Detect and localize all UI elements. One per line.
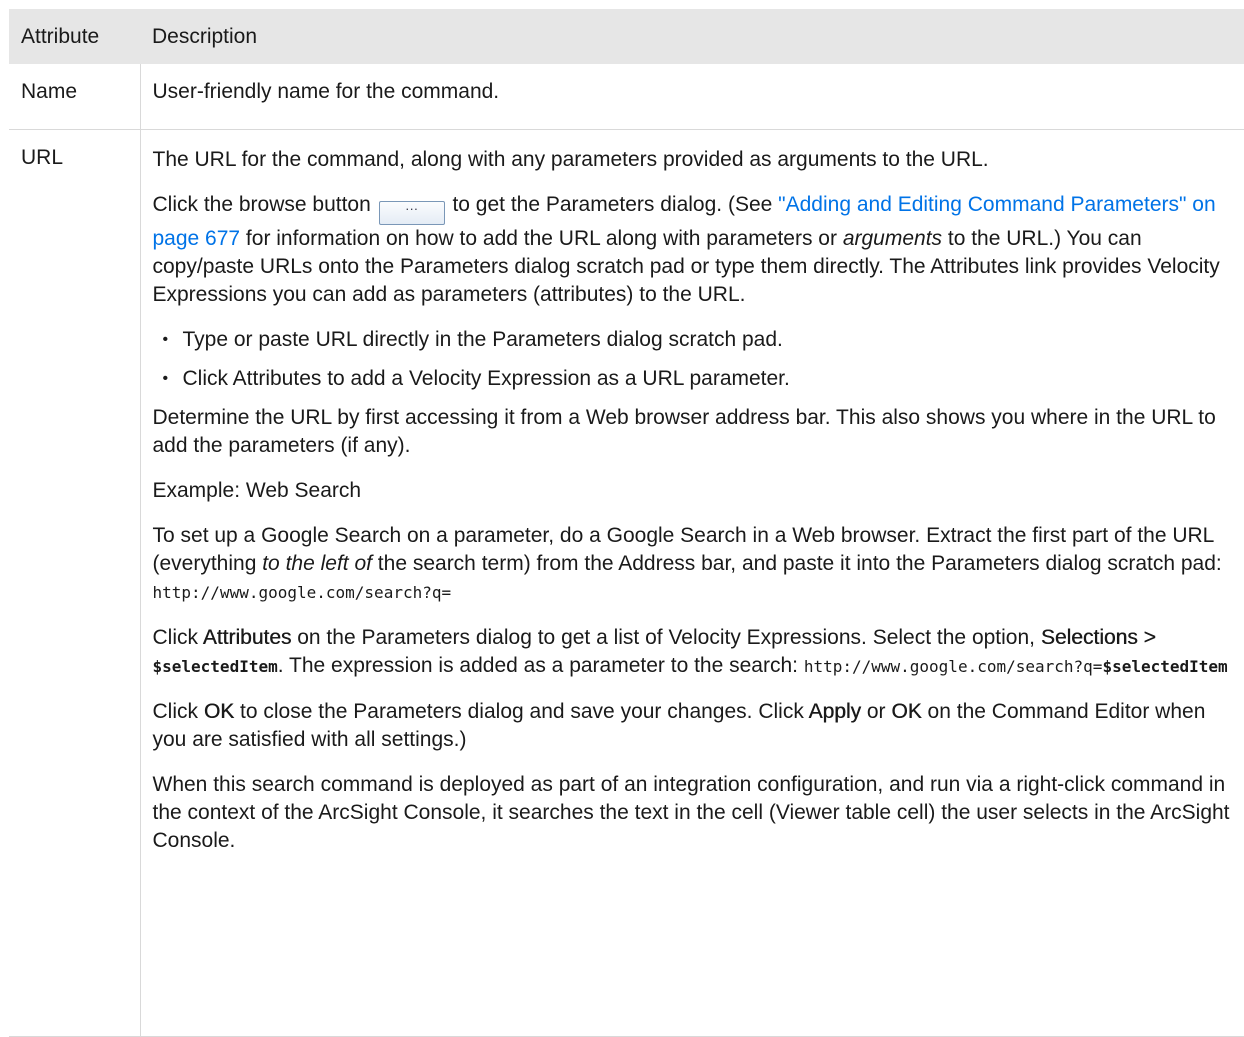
attribute-name-cell: Name bbox=[9, 64, 140, 130]
ok-text-1: Click bbox=[152, 700, 204, 723]
attributes-paragraph: Click Attributes on the Parameters dialo… bbox=[153, 624, 1239, 681]
arguments-italic: arguments bbox=[842, 227, 943, 250]
ok-paragraph: Click OK to close the Parameters dialog … bbox=[153, 698, 1239, 754]
google-url-code: http://www.google.com/search?q= bbox=[152, 583, 452, 602]
table-row: Name User-friendly name for the command. bbox=[9, 64, 1244, 130]
list-item: Type or paste URL directly in the Parame… bbox=[163, 326, 1239, 354]
url-bullet-list: Type or paste URL directly in the Parame… bbox=[153, 326, 1239, 393]
example-heading: Example: Web Search bbox=[152, 479, 362, 502]
ok-text-3: or bbox=[861, 700, 892, 723]
determine-url-paragraph: Determine the URL by first accessing it … bbox=[152, 406, 1216, 457]
attribute-table: Attribute Description Name User-friendly… bbox=[9, 9, 1244, 1037]
attributes-text-1: Click bbox=[152, 626, 203, 649]
table-header-row: Attribute Description bbox=[9, 9, 1244, 64]
selections-bold: Selections > bbox=[1040, 626, 1156, 649]
ok-text-2: to close the Parameters dialog and save … bbox=[234, 700, 809, 723]
url-intro-paragraph: The URL for the command, along with any … bbox=[152, 148, 989, 171]
list-item: Click Attributes to add a Velocity Expre… bbox=[163, 365, 1239, 393]
search-url-code: http://www.google.com/search?q= bbox=[803, 657, 1103, 676]
browse-text-before: Click the browse button bbox=[152, 193, 371, 216]
attributes-text-3: . The expression is added as a parameter… bbox=[277, 654, 804, 677]
attribute-url-cell: URL bbox=[9, 129, 140, 1037]
header-description: Description bbox=[140, 9, 1244, 64]
selected-item-code: $selectedItem bbox=[152, 657, 278, 676]
ok-bold: OK bbox=[203, 700, 235, 723]
attributes-bold: Attributes bbox=[202, 626, 292, 649]
attributes-text-2: on the Parameters dialog to get a list o… bbox=[291, 626, 1041, 649]
description-name-cell: User-friendly name for the command. bbox=[139, 64, 1244, 130]
search-url-variable: $selectedItem bbox=[1102, 657, 1228, 676]
description-url-cell: The URL for the command, along with any … bbox=[139, 129, 1244, 1037]
browse-text-after: to get the Parameters dialog. (See bbox=[446, 193, 779, 216]
ok2-bold: OK bbox=[891, 700, 922, 723]
deployed-paragraph: When this search command is deployed as … bbox=[152, 773, 1230, 852]
google-search-paragraph: To set up a Google Search on a parameter… bbox=[153, 522, 1239, 607]
apply-bold: Apply bbox=[808, 700, 862, 723]
google-text-2: the search term) from the Address bar, a… bbox=[371, 552, 1222, 575]
header-attribute: Attribute bbox=[9, 9, 140, 64]
browse-button-image: ··· bbox=[378, 201, 445, 225]
browse-paragraph: Click the browse button ··· to get the P… bbox=[153, 191, 1239, 309]
to-the-left-of-italic: to the left of bbox=[262, 552, 372, 575]
table-row: URL The URL for the command, along with … bbox=[9, 129, 1244, 1037]
browse-text-after-link: for information on how to add the URL al… bbox=[240, 227, 843, 250]
